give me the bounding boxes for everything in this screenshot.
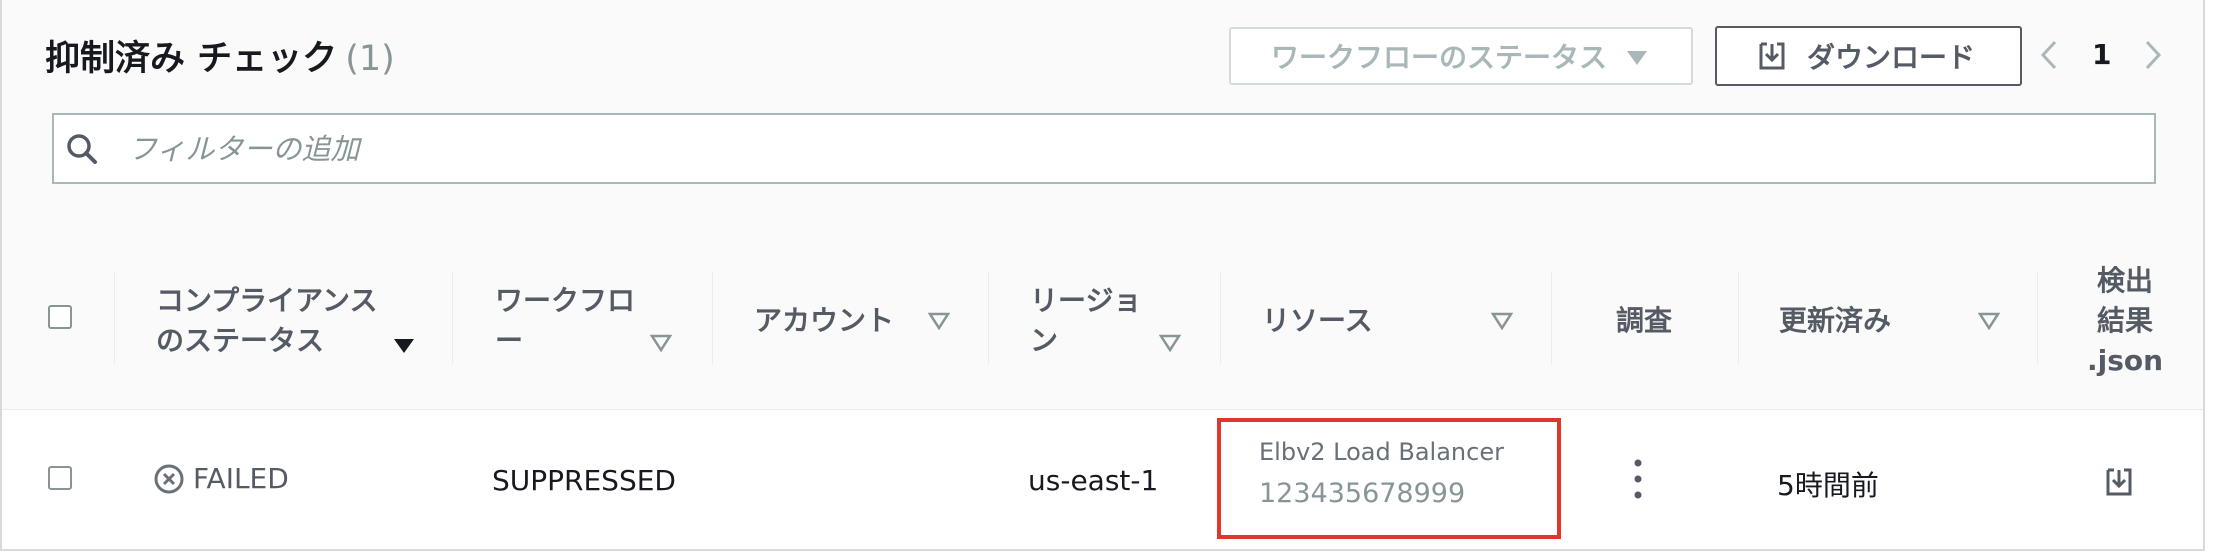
failed-status-icon	[154, 464, 184, 493]
sort-icon[interactable]	[1978, 312, 2000, 330]
filter-input[interactable]	[126, 130, 2030, 167]
sort-descending-icon[interactable]	[394, 339, 414, 353]
column-divider	[1738, 272, 1739, 364]
sort-icon[interactable]	[1159, 334, 1181, 352]
compliance-status-cell: FAILED	[153, 462, 289, 495]
column-header-updated[interactable]: 更新済み	[1779, 232, 1891, 409]
select-all-checkbox[interactable]	[48, 305, 72, 329]
chevron-right-icon[interactable]	[2142, 38, 2164, 72]
download-button[interactable]: ダウンロード	[1715, 26, 2022, 86]
resource-id-link[interactable]: 123435678999	[1259, 478, 1465, 509]
column-divider	[114, 272, 115, 364]
chevron-left-icon[interactable]	[2038, 38, 2060, 72]
column-header-findings-line2: 結果	[2097, 303, 2154, 337]
table-header: コンプライアンス のステータス ワークフロ ー アカウント リージョ ン リソー…	[2, 232, 2203, 410]
sort-icon[interactable]	[928, 312, 950, 330]
column-header-region-line1: リージョ	[1030, 283, 1142, 317]
column-header-resource-label: リソース	[1262, 303, 1373, 337]
filter-bar[interactable]	[52, 113, 2156, 184]
download-icon	[1759, 42, 1785, 70]
suppressed-checks-panel: 抑制済み チェック (1) ワークフローのステータス ダウンロード 1 フィルタ…	[0, 0, 2205, 551]
current-page-number[interactable]: 1	[2092, 38, 2111, 71]
workflow-cell: SUPPRESSED	[492, 464, 676, 497]
column-divider	[1220, 272, 1221, 364]
column-header-region-line2: ン	[1030, 323, 1059, 357]
column-header-account[interactable]: アカウント	[754, 232, 894, 409]
column-divider	[712, 272, 713, 364]
updated-cell: 5時間前	[1777, 469, 1879, 502]
workflow-status-select[interactable]: ワークフローのステータス	[1229, 27, 1693, 85]
workflow-status-select-label: ワークフローのステータス	[1271, 41, 1608, 74]
column-header-workflow-line2: ー	[495, 323, 524, 357]
more-options-icon[interactable]	[1634, 457, 1642, 501]
column-header-compliance-line1: コンプライアンス	[156, 283, 378, 317]
sort-icon[interactable]	[650, 334, 672, 352]
column-header-investigate-label: 調査	[1616, 303, 1673, 337]
column-header-updated-label: 更新済み	[1779, 303, 1892, 337]
panel-header: 抑制済み チェック (1) ワークフローのステータス ダウンロード 1	[2, 0, 2203, 233]
column-header-compliance-line2: のステータス	[156, 323, 325, 357]
column-divider	[2037, 272, 2038, 364]
column-divider	[988, 272, 989, 364]
title-text: 抑制済み チェック	[45, 39, 338, 79]
column-header-resource[interactable]: リソース	[1262, 232, 1373, 409]
column-divider	[452, 272, 453, 364]
column-header-findings-json: 検出 結果 .json	[2087, 232, 2163, 409]
table-row: FAILED SUPPRESSED us-east-1 Elbv2 Load B…	[2, 410, 2203, 549]
column-header-compliance-status[interactable]: コンプライアンス のステータス	[156, 232, 377, 409]
column-header-findings-line1: 検出	[2097, 263, 2154, 297]
column-header-findings-line3: .json	[2087, 343, 2164, 377]
title-count: (1)	[345, 39, 395, 79]
row-checkbox[interactable]	[48, 466, 72, 490]
caret-down-icon	[1627, 51, 1647, 65]
region-cell: us-east-1	[1028, 464, 1159, 497]
page-title: 抑制済み チェック (1)	[45, 30, 395, 81]
column-header-region[interactable]: リージョ ン	[1030, 232, 1141, 409]
sort-icon[interactable]	[1491, 312, 1513, 330]
download-button-label: ダウンロード	[1807, 41, 1976, 74]
resource-type: Elbv2 Load Balancer	[1259, 438, 1504, 466]
column-header-investigate: 調査	[1616, 232, 1672, 409]
compliance-status-text: FAILED	[193, 462, 289, 495]
column-divider	[1551, 272, 1552, 364]
search-icon	[67, 133, 97, 164]
column-header-workflow[interactable]: ワークフロ ー	[495, 232, 635, 409]
column-header-workflow-line1: ワークフロ	[495, 283, 636, 317]
download-findings-icon[interactable]	[2103, 466, 2135, 498]
column-header-account-label: アカウント	[754, 303, 895, 337]
